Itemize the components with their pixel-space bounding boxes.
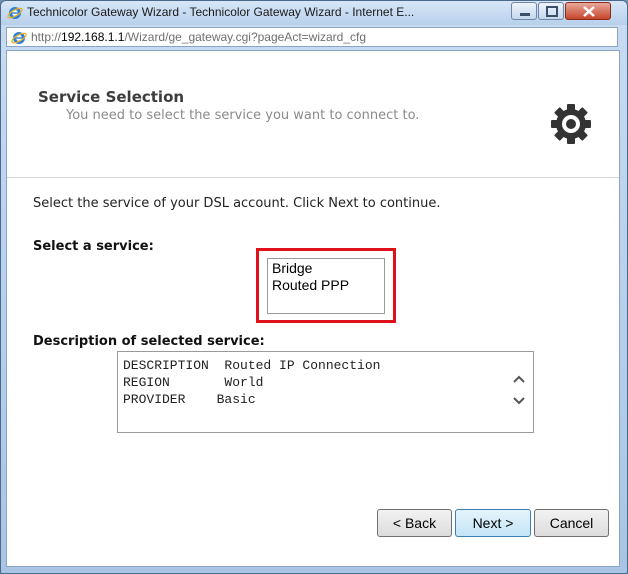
url-host: 192.168.1.1: [61, 30, 125, 44]
description-line: DESCRIPTION Routed IP Connection: [123, 358, 381, 373]
description-line: REGION World: [123, 375, 264, 390]
description-textarea[interactable]: DESCRIPTION Routed IP Connection REGION …: [117, 351, 534, 433]
back-button[interactable]: < Back: [377, 509, 452, 537]
ie-icon: [7, 7, 23, 19]
address-bar[interactable]: http://192.168.1.1/Wizard/ge_gateway.cgi…: [6, 27, 618, 47]
page-subtitle: You need to select the service you want …: [66, 108, 420, 123]
close-icon: [583, 6, 595, 17]
browser-window: Technicolor Gateway Wizard - Technicolor…: [0, 0, 628, 574]
maximize-button[interactable]: [538, 2, 564, 20]
service-option-routed-ppp[interactable]: Routed PPP: [272, 277, 349, 294]
gear-icon: [551, 104, 591, 144]
url-text: http://192.168.1.1/Wizard/ge_gateway.cgi…: [31, 30, 367, 44]
minimize-button[interactable]: [511, 2, 537, 20]
ie-page-icon: [11, 32, 27, 44]
description-line: PROVIDER Basic: [123, 392, 256, 407]
instruction-text: Select the service of your DSL account. …: [33, 196, 441, 211]
cancel-button[interactable]: Cancel: [534, 509, 609, 537]
service-option-bridge[interactable]: Bridge: [272, 260, 312, 277]
maximize-icon: [546, 6, 558, 17]
page-title: Service Selection: [38, 88, 185, 106]
next-button[interactable]: Next >: [455, 509, 531, 537]
window-title: Technicolor Gateway Wizard - Technicolor…: [27, 5, 415, 19]
scroll-down-icon[interactable]: [513, 396, 525, 406]
scroll-up-icon[interactable]: [513, 374, 525, 384]
select-service-label: Select a service:: [33, 239, 154, 254]
minimize-icon: [520, 13, 530, 16]
wizard-content: Service Selection You need to select the…: [6, 50, 620, 567]
wizard-header: Service Selection You need to select the…: [7, 51, 619, 178]
description-label: Description of selected service:: [33, 334, 265, 349]
close-button[interactable]: [565, 2, 611, 20]
title-bar[interactable]: Technicolor Gateway Wizard - Technicolor…: [1, 1, 627, 25]
service-listbox[interactable]: Bridge Routed PPP: [267, 258, 385, 314]
